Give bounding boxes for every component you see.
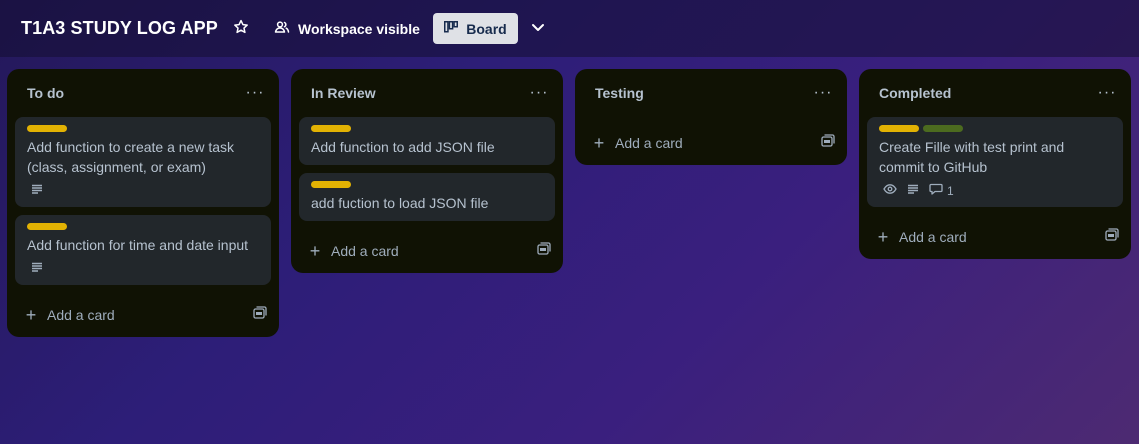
card-list: Add function to add JSON file add fuctio…: [291, 117, 563, 221]
label-yellow[interactable]: [27, 223, 67, 230]
card-title: Add function to create a new task (class…: [27, 139, 235, 175]
list-title[interactable]: To do: [27, 85, 64, 101]
card-title: add fuction to load JSON file: [311, 195, 489, 211]
list-menu-button[interactable]: ···: [243, 85, 267, 101]
list-header: Completed ···: [859, 69, 1131, 117]
card-title: Create Fille with test print and commit …: [879, 139, 1065, 175]
chevron-down-icon: [530, 19, 546, 40]
card[interactable]: add fuction to load JSON file: [299, 173, 555, 221]
card[interactable]: Add function to add JSON file: [299, 117, 555, 165]
star-icon: [233, 19, 249, 40]
add-card-row: + Add a card: [7, 293, 279, 337]
add-card-row: + Add a card: [575, 121, 847, 165]
card-labels: [311, 181, 543, 188]
add-card-row: + Add a card: [859, 215, 1131, 259]
card[interactable]: Add function to create a new task (class…: [15, 117, 271, 207]
card-list: Create Fille with test print and commit …: [859, 117, 1131, 207]
list-title[interactable]: Testing: [595, 85, 644, 101]
add-card-row: + Add a card: [291, 229, 563, 273]
plus-icon: +: [309, 241, 321, 261]
board-title[interactable]: T1A3 STUDY LOG APP: [21, 18, 218, 39]
label-yellow[interactable]: [311, 125, 351, 132]
description-icon: [31, 182, 43, 200]
template-icon[interactable]: [1105, 227, 1119, 247]
add-card-label: Add a card: [899, 229, 967, 245]
card-badges: [27, 183, 259, 199]
board-view-button[interactable]: Board: [433, 13, 518, 44]
list-header: In Review ···: [291, 69, 563, 117]
add-card-label: Add a card: [47, 307, 115, 323]
add-card-button[interactable]: + Add a card: [875, 227, 967, 247]
workspace-visibility-button[interactable]: Workspace visible: [270, 14, 424, 44]
star-button[interactable]: [230, 18, 252, 40]
list-testing[interactable]: Testing ··· + Add a card: [575, 69, 847, 165]
template-icon[interactable]: [537, 241, 551, 261]
board-icon: [444, 20, 459, 38]
list-completed[interactable]: Completed ··· Create Fille with test pri…: [859, 69, 1131, 259]
workspace-visibility-label: Workspace visible: [298, 21, 420, 37]
view-switcher-button[interactable]: [526, 17, 550, 41]
card-title: Add function to add JSON file: [311, 139, 495, 155]
card-labels: [27, 125, 259, 132]
plus-icon: +: [25, 305, 37, 325]
add-card-label: Add a card: [331, 243, 399, 259]
comment-badge: 1: [929, 182, 954, 200]
card[interactable]: Create Fille with test print and commit …: [867, 117, 1123, 207]
template-icon[interactable]: [253, 305, 267, 325]
people-icon: [274, 19, 290, 40]
list-to-do[interactable]: To do ··· Add function to create a new t…: [7, 69, 279, 337]
card-labels: [311, 125, 543, 132]
list-in-review[interactable]: In Review ··· Add function to add JSON f…: [291, 69, 563, 273]
board-view-label: Board: [466, 20, 507, 37]
add-card-label: Add a card: [615, 135, 683, 151]
description-icon: [31, 260, 43, 278]
comment-icon: [929, 182, 943, 200]
add-card-button[interactable]: + Add a card: [591, 133, 683, 153]
eye-icon: [883, 182, 897, 200]
list-header: To do ···: [7, 69, 279, 117]
add-card-button[interactable]: + Add a card: [23, 305, 115, 325]
card[interactable]: Add function for time and date input: [15, 215, 271, 285]
list-title[interactable]: In Review: [311, 85, 376, 101]
template-icon[interactable]: [821, 133, 835, 153]
card-title: Add function for time and date input: [27, 237, 249, 253]
label-green[interactable]: [923, 125, 963, 132]
list-menu-button[interactable]: ···: [527, 85, 551, 101]
add-card-button[interactable]: + Add a card: [307, 241, 399, 261]
plus-icon: +: [877, 227, 889, 247]
board-header: T1A3 STUDY LOG APP Workspace visible Boa…: [0, 0, 1139, 57]
card-list: Add function to create a new task (class…: [7, 117, 279, 285]
card-labels: [27, 223, 259, 230]
list-menu-button[interactable]: ···: [811, 85, 835, 101]
list-title[interactable]: Completed: [879, 85, 951, 101]
list-menu-button[interactable]: ···: [1095, 85, 1119, 101]
description-icon: [907, 182, 919, 200]
label-yellow[interactable]: [27, 125, 67, 132]
card-badges: [27, 261, 259, 277]
card-labels: [879, 125, 1111, 132]
list-header: Testing ···: [575, 69, 847, 117]
label-yellow[interactable]: [311, 181, 351, 188]
label-yellow[interactable]: [879, 125, 919, 132]
comment-count: 1: [947, 184, 954, 198]
card-badges: 1: [879, 183, 1111, 199]
plus-icon: +: [593, 133, 605, 153]
